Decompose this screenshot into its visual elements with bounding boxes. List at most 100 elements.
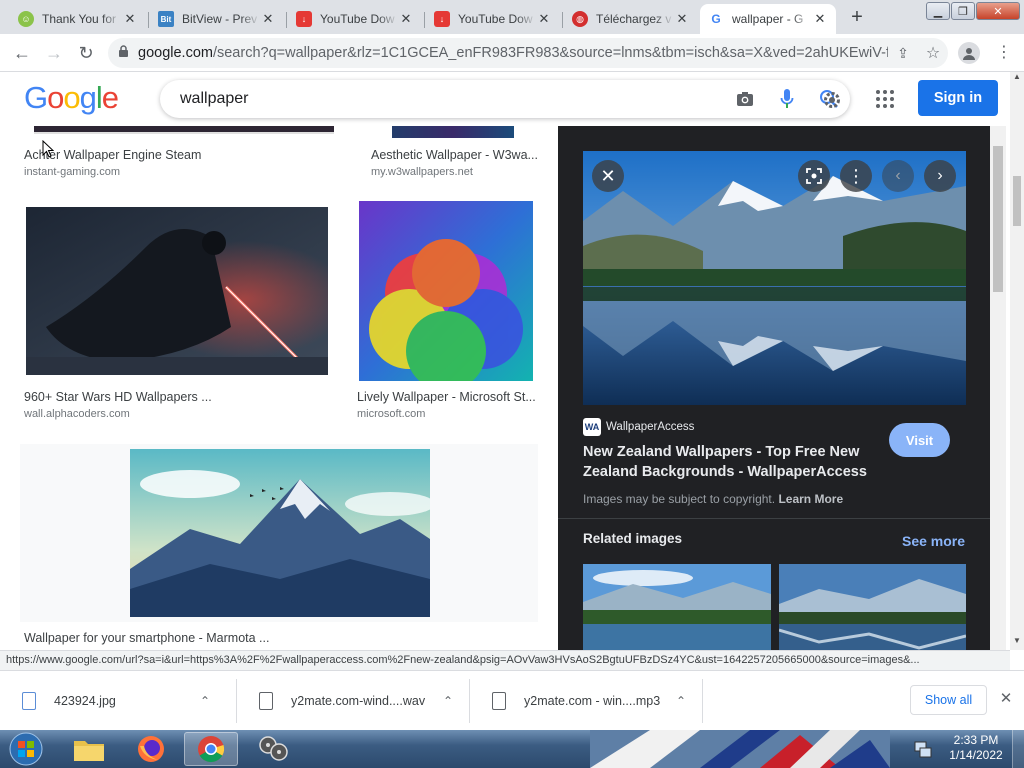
page-scrollbar-thumb[interactable] — [1013, 176, 1021, 226]
result-source[interactable]: microsoft.com — [357, 408, 425, 420]
maximize-icon[interactable]: ❐ — [951, 2, 975, 20]
tab-thank-you[interactable]: ☺ Thank You for ✕ — [10, 4, 146, 34]
site-name[interactable]: WallpaperAccess — [606, 421, 694, 433]
system-clock[interactable]: 2:33 PM 1/14/2022 — [944, 733, 1008, 763]
lock-icon — [108, 45, 138, 61]
download-filename: y2mate.com - win....mp3 — [524, 694, 661, 708]
result-source[interactable]: my.w3wallpapers.net — [371, 166, 473, 178]
back-arrow-icon[interactable]: ← — [8, 40, 36, 66]
profile-avatar-icon[interactable] — [958, 42, 980, 64]
close-tab-icon[interactable]: ✕ — [674, 11, 690, 27]
tab-telechargez[interactable]: ◍ Téléchargez v ✕ — [564, 4, 698, 34]
close-tab-icon[interactable]: ✕ — [812, 11, 828, 27]
close-tab-icon[interactable]: ✕ — [398, 11, 414, 27]
start-button-icon[interactable] — [4, 731, 48, 767]
result-source[interactable]: wall.alphacoders.com — [24, 408, 130, 420]
url-text: google.com/search?q=wallpaper&rlz=1C1GCE… — [138, 45, 888, 61]
address-bar[interactable]: google.com/search?q=wallpaper&rlz=1C1GCE… — [108, 38, 948, 68]
see-more-link[interactable]: See more — [902, 533, 965, 549]
scroll-down-icon[interactable]: ▼ — [1010, 636, 1024, 650]
more-options-icon[interactable]: ⋮ — [840, 160, 872, 192]
result-caption[interactable]: 960+ Star Wars HD Wallpapers ... — [24, 390, 324, 404]
close-tab-icon[interactable]: ✕ — [536, 11, 552, 27]
preview-image[interactable] — [583, 151, 966, 405]
minimize-icon[interactable]: ▁ — [926, 2, 950, 20]
bookmark-star-icon[interactable]: ☆ — [918, 43, 948, 63]
microphone-icon[interactable] — [766, 80, 808, 118]
close-preview-icon[interactable]: ✕ — [592, 160, 624, 192]
result-source[interactable]: instant-gaming.com — [24, 166, 120, 178]
download-filename: 423924.jpg — [54, 694, 116, 708]
result-thumbnail-mountain[interactable] — [130, 449, 430, 617]
tab-title: Thank You for — [42, 12, 117, 26]
google-logo[interactable]: Google — [24, 80, 119, 116]
file-icon — [492, 692, 506, 710]
chevron-up-icon[interactable]: ⌃ — [200, 694, 210, 708]
sign-in-button[interactable]: Sign in — [918, 80, 998, 116]
result-thumbnail[interactable] — [392, 126, 514, 138]
chrome-taskbar-icon[interactable] — [184, 732, 238, 766]
panel-scrollbar-thumb[interactable] — [993, 146, 1003, 292]
tab-title: wallpaper - G — [732, 12, 804, 26]
desktop-wallpaper-fragment — [590, 730, 890, 768]
reload-icon[interactable]: ↻ — [72, 40, 100, 66]
result-caption[interactable]: Lively Wallpaper - Microsoft St... — [357, 390, 537, 404]
google-favicon-icon: G — [708, 11, 724, 27]
tab-bitview[interactable]: Bit BitView - Prev ✕ — [150, 4, 284, 34]
apps-grid-icon[interactable] — [874, 88, 896, 110]
search-input[interactable]: wallpaper — [160, 90, 724, 108]
lens-search-icon[interactable] — [798, 160, 830, 192]
result-caption[interactable]: Wallpaper for your smartphone - Marmota … — [24, 631, 324, 645]
explorer-taskbar-icon[interactable] — [62, 732, 116, 766]
search-box[interactable]: wallpaper — [160, 80, 850, 118]
clock-date: 1/14/2022 — [949, 748, 1003, 762]
image-file-icon — [22, 692, 36, 710]
firefox-taskbar-icon[interactable] — [124, 732, 178, 766]
related-image[interactable] — [779, 564, 966, 650]
image-preview-panel: ✕ ⋮ ‹ › WA WallpaperAccess New Zealand W… — [558, 126, 990, 650]
copyright-text: Images may be subject to copyright. — [583, 492, 776, 506]
forward-arrow-icon[interactable]: → — [40, 40, 68, 66]
tab-youtube-download-2[interactable]: ↓ YouTube Dow ✕ — [426, 4, 560, 34]
result-thumbnail[interactable] — [34, 126, 334, 134]
preview-title[interactable]: New Zealand Wallpapers - Top Free New Ze… — [583, 442, 873, 482]
share-icon[interactable]: ⇪ — [888, 45, 918, 62]
close-tab-icon[interactable]: ✕ — [260, 11, 276, 27]
result-thumbnail-lively-wallpaper[interactable] — [359, 201, 533, 381]
download-item[interactable]: 423924.jpg ⌃ — [0, 671, 236, 731]
clock-time: 2:33 PM — [953, 733, 999, 747]
show-all-downloads-button[interactable]: Show all — [910, 685, 987, 715]
show-desktop-button[interactable] — [1012, 730, 1024, 768]
result-caption[interactable]: Achter Wallpaper Engine Steam — [24, 148, 324, 162]
downloads-bar: 423924.jpg ⌃ y2mate.com-wind....wav ⌃ y2… — [0, 670, 1024, 730]
camera-icon[interactable] — [724, 80, 766, 118]
close-downloads-icon[interactable]: ✕ — [998, 689, 1014, 709]
file-icon — [259, 692, 273, 710]
chrome-menu-icon[interactable]: ⋮ — [996, 42, 1012, 64]
close-window-icon[interactable]: ✕ — [976, 2, 1020, 20]
scroll-up-icon[interactable]: ▲ — [1010, 72, 1024, 86]
gear-icon[interactable] — [818, 88, 846, 112]
previous-image-icon[interactable]: ‹ — [882, 160, 914, 192]
next-image-icon[interactable]: › — [924, 160, 956, 192]
windows-taskbar: 2:33 PM 1/14/2022 — [0, 730, 1024, 768]
result-caption[interactable]: Aesthetic Wallpaper - W3wa... — [371, 148, 541, 162]
new-tab-icon[interactable]: + — [846, 6, 868, 28]
media-player-taskbar-icon[interactable] — [246, 732, 300, 766]
chevron-up-icon[interactable]: ⌃ — [443, 694, 453, 708]
network-icon[interactable] — [912, 738, 934, 760]
tab-youtube-download-1[interactable]: ↓ YouTube Dow ✕ — [288, 4, 422, 34]
tab-title: YouTube Dow — [458, 12, 533, 26]
result-thumbnail-star-wars[interactable] — [26, 207, 328, 375]
page-scrollbar[interactable]: ▲ ▼ — [1010, 72, 1024, 650]
download-item[interactable]: y2mate.com - win....mp3 ⌃ — [470, 671, 702, 731]
close-tab-icon[interactable]: ✕ — [122, 11, 138, 27]
download-item[interactable]: y2mate.com-wind....wav ⌃ — [237, 671, 469, 731]
visit-button[interactable]: Visit — [889, 423, 950, 457]
learn-more-link[interactable]: Learn More — [778, 492, 843, 506]
chevron-up-icon[interactable]: ⌃ — [676, 694, 686, 708]
panel-scrollbar[interactable] — [990, 126, 1006, 650]
tab-wallpaper-google[interactable]: G wallpaper - G ✕ — [700, 4, 836, 34]
related-image[interactable] — [583, 564, 771, 650]
tab-title: Téléchargez v — [596, 12, 672, 26]
